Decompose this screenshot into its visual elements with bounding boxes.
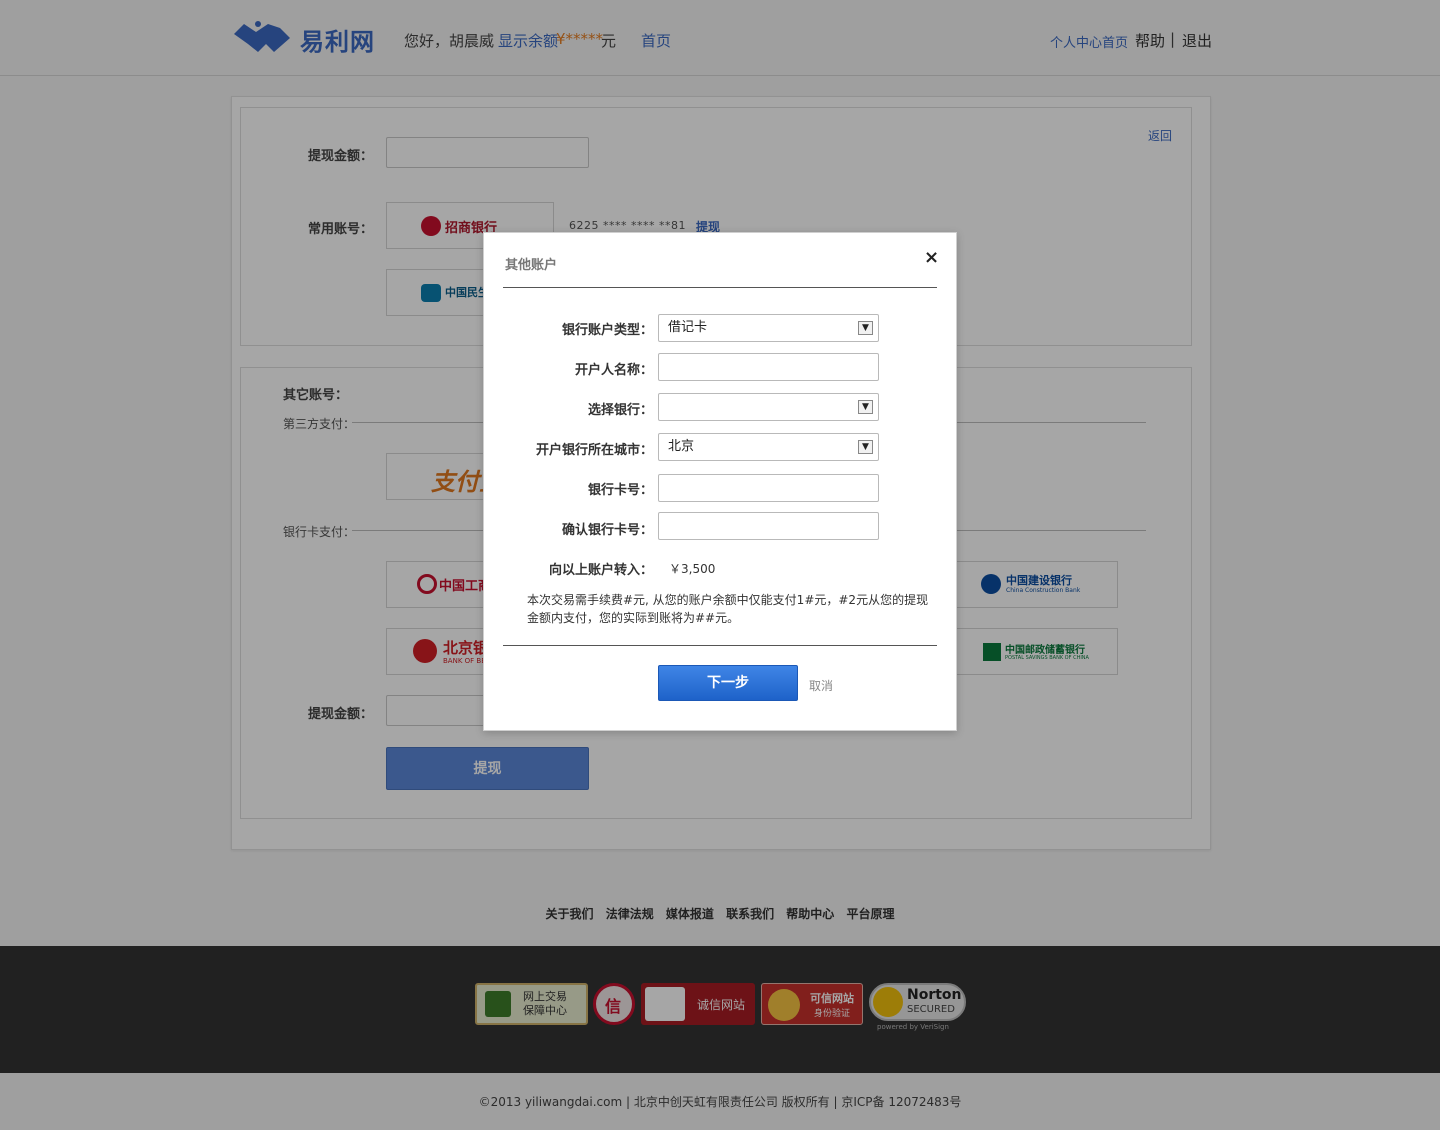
chevron-down-icon[interactable]: ▼ [858, 400, 873, 414]
modal-divider-top [503, 287, 937, 288]
bank-select[interactable]: ▼ [658, 393, 879, 421]
transfer-amount: ￥3,500 [669, 562, 716, 576]
holder-name-input[interactable] [658, 353, 879, 381]
modal-divider-bottom [503, 645, 937, 646]
account-type-label: 银行账户类型： [561, 323, 653, 338]
cancel-link[interactable]: 取消 [809, 677, 833, 694]
close-icon[interactable]: × [924, 247, 939, 268]
next-step-button[interactable]: 下一步 [658, 665, 798, 701]
card-confirm-input[interactable] [658, 512, 879, 540]
card-confirm-label: 确认银行卡号： [561, 523, 653, 538]
city-label: 开户银行所在城市： [535, 443, 653, 458]
account-type-select[interactable]: 借记卡 ▼ [658, 314, 879, 342]
city-value: 北京 [668, 439, 695, 454]
bank-select-label: 选择银行： [587, 403, 653, 418]
fee-note: 本次交易需手续费#元, 从您的账户余额中仅能支付1#元，#2元从您的提现金额内支… [527, 593, 929, 625]
account-type-value: 借记卡 [668, 320, 708, 335]
city-select[interactable]: 北京 ▼ [658, 433, 879, 461]
card-number-input[interactable] [658, 474, 879, 502]
transfer-label: 向以上账户转入： [548, 563, 653, 578]
chevron-down-icon[interactable]: ▼ [858, 440, 873, 454]
holder-name-label: 开户人名称： [574, 363, 653, 378]
card-number-label: 银行卡号： [587, 483, 653, 498]
modal-title: 其他账户 [505, 258, 558, 273]
chevron-down-icon[interactable]: ▼ [858, 321, 873, 335]
